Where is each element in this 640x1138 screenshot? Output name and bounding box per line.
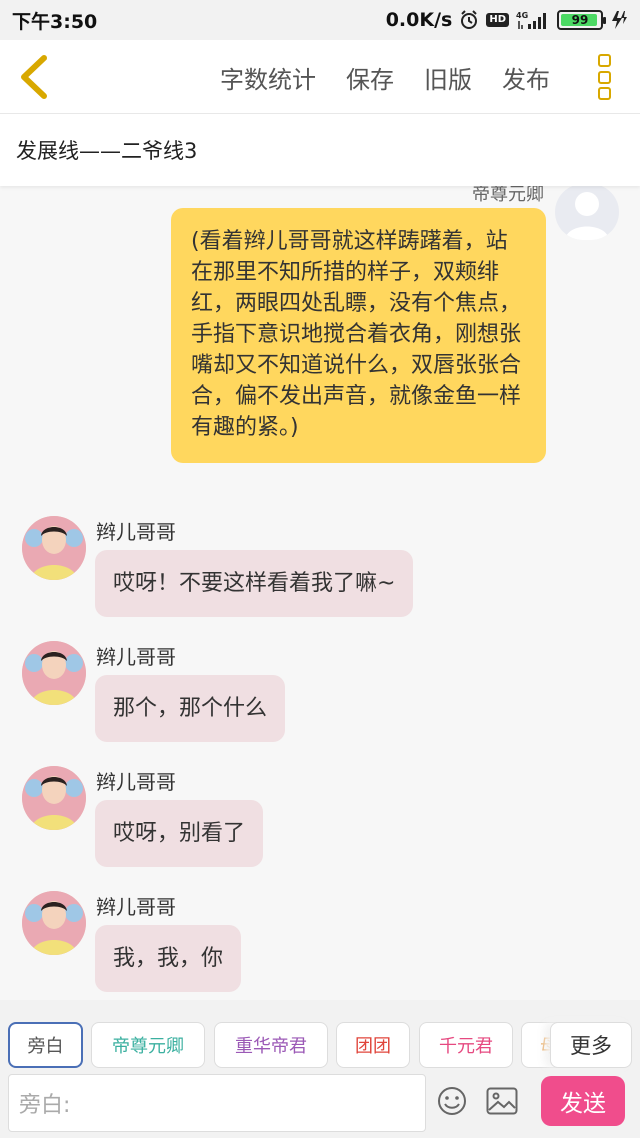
top-navbar: 字数统计 保存 旧版 发布 (0, 40, 640, 114)
alarm-clock-icon (459, 10, 479, 30)
role-chip[interactable]: 千元君 (419, 1022, 513, 1068)
chat-area[interactable]: 帝尊元卿 (看着辫儿哥哥就这样踌躇着，站在那里不知所措的样子，双颊绯红，两眼四处… (0, 186, 640, 1000)
status-icons: 0.0K/s HD 4G 99 (386, 9, 628, 31)
role-chip-narrator[interactable]: 旁白 (8, 1022, 83, 1068)
more-menu-icon[interactable] (598, 54, 614, 100)
sender-name: 辫儿哥哥 (96, 645, 176, 669)
publish-button[interactable]: 发布 (502, 60, 550, 95)
signal-icon: 4G (516, 10, 550, 30)
hd-badge: HD (486, 13, 509, 27)
battery-level: 99 (571, 13, 589, 27)
charging-icon (610, 10, 628, 30)
right-sender-name: 帝尊元卿 (472, 186, 544, 205)
default-avatar-icon[interactable] (555, 186, 619, 240)
nav-actions: 字数统计 保存 旧版 发布 (220, 40, 550, 114)
old-version-button[interactable]: 旧版 (424, 60, 472, 95)
avatar[interactable] (22, 641, 86, 705)
role-chip[interactable]: 重华帝君 (214, 1022, 328, 1068)
status-time: 下午3:50 (12, 10, 98, 33)
left-message-bubble[interactable]: 我，我，你 (95, 925, 242, 992)
sender-name: 辫儿哥哥 (96, 895, 176, 919)
sender-name: 辫儿哥哥 (96, 770, 176, 794)
send-button[interactable]: 发送 (541, 1076, 625, 1126)
avatar[interactable] (22, 766, 86, 830)
left-message-bubble[interactable]: 哎呀，别看了 (95, 800, 264, 867)
input-bar: 旁白: 发送 (0, 1072, 640, 1138)
more-roles-button[interactable]: 更多 (550, 1022, 632, 1068)
image-icon[interactable] (486, 1087, 518, 1115)
role-selector-bar: 旁白 帝尊元卿 重华帝君 团团 千元君 母 更多 (0, 1000, 640, 1072)
story-title[interactable]: 发展线——二爷线3 (0, 114, 640, 186)
message-input[interactable]: 旁白: (8, 1074, 426, 1132)
avatar[interactable] (22, 516, 86, 580)
network-speed: 0.0K/s (385, 9, 453, 31)
avatar[interactable] (22, 891, 86, 955)
back-chevron-icon[interactable] (14, 54, 54, 100)
save-button[interactable]: 保存 (346, 60, 394, 95)
battery-icon: 99 (557, 10, 606, 30)
right-message-bubble[interactable]: (看着辫儿哥哥就这样踌躇着，站在那里不知所措的样子，双颊绯红，两眼四处乱瞟，没有… (171, 208, 546, 463)
sender-name: 辫儿哥哥 (96, 520, 176, 544)
left-message-bubble[interactable]: 哎呀！不要这样看着我了嘛~ (95, 550, 414, 617)
word-count-button[interactable]: 字数统计 (220, 60, 316, 95)
network-type-label: 4G (516, 11, 528, 20)
left-message-bubble[interactable]: 那个，那个什么 (95, 675, 286, 742)
emoji-icon[interactable] (437, 1086, 467, 1116)
role-chip[interactable]: 帝尊元卿 (91, 1022, 205, 1068)
role-chip[interactable]: 团团 (336, 1022, 410, 1068)
status-bar: 下午3:50 0.0K/s HD 4G 99 (0, 0, 640, 40)
